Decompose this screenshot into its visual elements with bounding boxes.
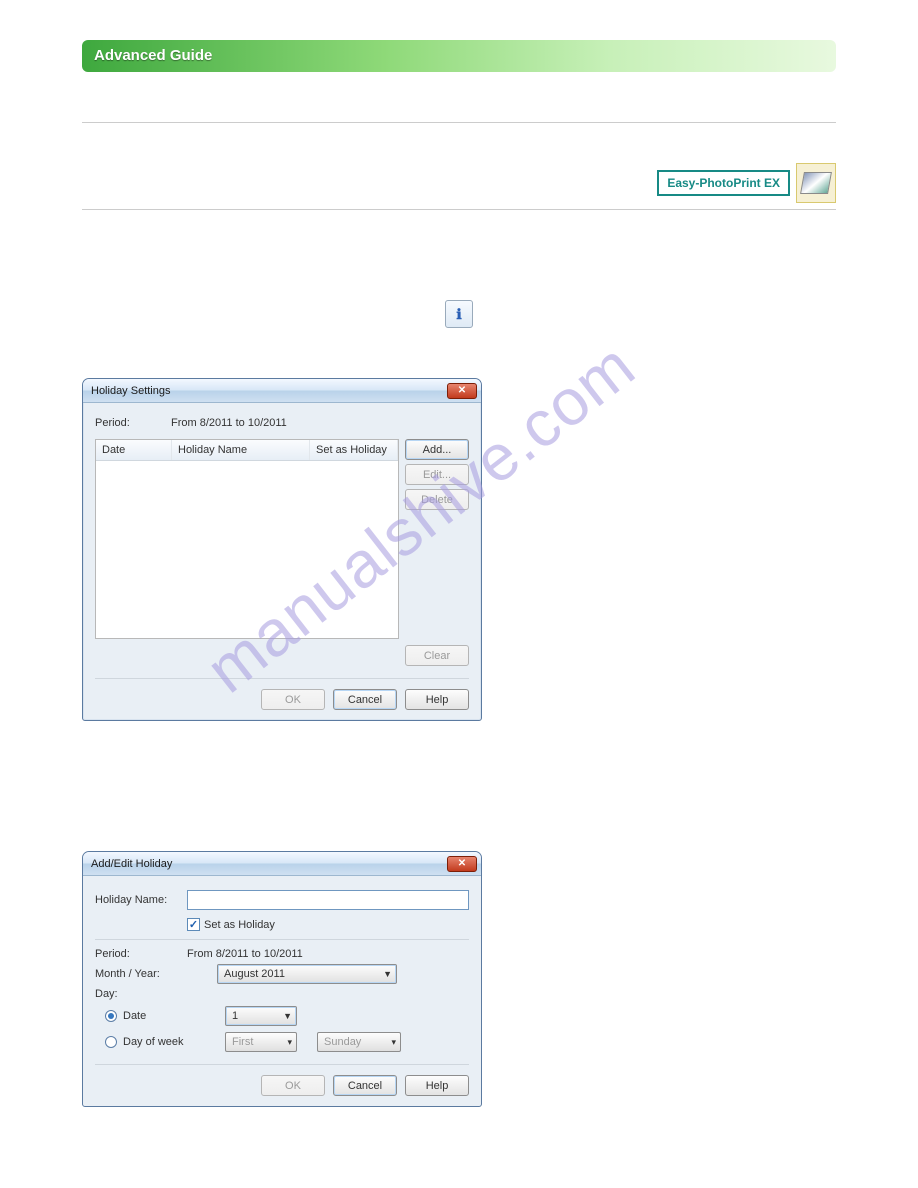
add-button[interactable]: Add... xyxy=(405,439,469,460)
epp-icon-box xyxy=(796,163,836,203)
period-label: Period: xyxy=(95,417,171,429)
guide-title: Advanced Guide xyxy=(94,47,212,64)
guide-banner: Advanced Guide xyxy=(82,40,836,72)
add-edit-holiday-dialog: Add/Edit Holiday ✕ Holiday Name: ✓ Set a… xyxy=(82,851,482,1107)
chevron-down-icon: ▼ xyxy=(383,969,392,979)
period-value-2: From 8/2011 to 10/2011 xyxy=(187,948,303,960)
col-set: Set as Holiday xyxy=(310,440,398,460)
radio-day-of-week[interactable] xyxy=(105,1036,117,1048)
period-value: From 8/2011 to 10/2011 xyxy=(171,417,287,429)
edit-label: Edit... xyxy=(423,469,451,481)
cancel-label: Cancel xyxy=(348,694,382,706)
help-label: Help xyxy=(426,694,449,706)
clear-button[interactable]: Clear xyxy=(405,645,469,666)
cancel-button[interactable]: Cancel xyxy=(333,689,397,710)
dow-day-dropdown[interactable]: Sunday ▾ xyxy=(317,1032,401,1052)
col-name: Holiday Name xyxy=(172,440,310,460)
dow-day-value: Sunday xyxy=(324,1036,361,1048)
dialog2-title: Add/Edit Holiday xyxy=(91,858,172,870)
titlebar-2: Add/Edit Holiday ✕ xyxy=(83,852,481,876)
easy-photoprint-label: Easy-PhotoPrint EX xyxy=(667,176,780,190)
period-label-2: Period: xyxy=(95,948,187,960)
ok-button-2[interactable]: OK xyxy=(261,1075,325,1096)
help-label-2: Help xyxy=(426,1080,449,1092)
easy-photoprint-button[interactable]: Easy-PhotoPrint EX xyxy=(657,170,790,196)
date-dropdown[interactable]: 1 ▼ xyxy=(225,1006,297,1026)
separator xyxy=(82,122,836,123)
chevron-down-icon: ▼ xyxy=(283,1011,292,1021)
radio-date[interactable] xyxy=(105,1010,117,1022)
dialog-title: Holiday Settings xyxy=(91,385,171,397)
radio-date-label: Date xyxy=(123,1010,219,1022)
edit-button[interactable]: Edit... xyxy=(405,464,469,485)
month-year-label: Month / Year: xyxy=(95,968,187,980)
dow-ordinal-dropdown[interactable]: First ▾ xyxy=(225,1032,297,1052)
holiday-settings-dialog: Holiday Settings ✕ Period: From 8/2011 t… xyxy=(82,378,482,721)
separator-2 xyxy=(82,209,836,210)
holidays-table: Date Holiday Name Set as Holiday xyxy=(95,439,399,639)
cancel-button-2[interactable]: Cancel xyxy=(333,1075,397,1096)
month-year-value: August 2011 xyxy=(224,968,285,980)
close-icon[interactable]: ✕ xyxy=(447,383,477,399)
titlebar: Holiday Settings ✕ xyxy=(83,379,481,403)
photo-stack-icon xyxy=(800,172,832,194)
ok-button[interactable]: OK xyxy=(261,689,325,710)
set-as-holiday-label: Set as Holiday xyxy=(204,919,275,931)
add-label: Add... xyxy=(423,444,452,456)
holiday-name-label: Holiday Name: xyxy=(95,894,187,906)
set-as-holiday-checkbox[interactable]: ✓ xyxy=(187,918,200,931)
chevron-down-icon: ▾ xyxy=(391,1037,396,1048)
dow-ordinal-value: First xyxy=(232,1036,253,1048)
holiday-name-input[interactable] xyxy=(187,890,469,910)
help-button[interactable]: Help xyxy=(405,689,469,710)
help-button-2[interactable]: Help xyxy=(405,1075,469,1096)
date-value: 1 xyxy=(232,1010,238,1022)
col-date: Date xyxy=(96,440,172,460)
day-label: Day: xyxy=(95,988,171,1000)
chevron-down-icon: ▾ xyxy=(287,1037,292,1048)
month-year-dropdown[interactable]: August 2011 ▼ xyxy=(217,964,397,984)
cancel-label-2: Cancel xyxy=(348,1080,382,1092)
close-icon[interactable]: ✕ xyxy=(447,856,477,872)
ok-label-2: OK xyxy=(285,1080,301,1092)
clear-label: Clear xyxy=(424,650,450,662)
radio-dow-label: Day of week xyxy=(123,1036,219,1048)
info-icon xyxy=(445,300,473,328)
delete-button[interactable]: Delete xyxy=(405,489,469,510)
ok-label: OK xyxy=(285,694,301,706)
delete-label: Delete xyxy=(421,494,453,506)
